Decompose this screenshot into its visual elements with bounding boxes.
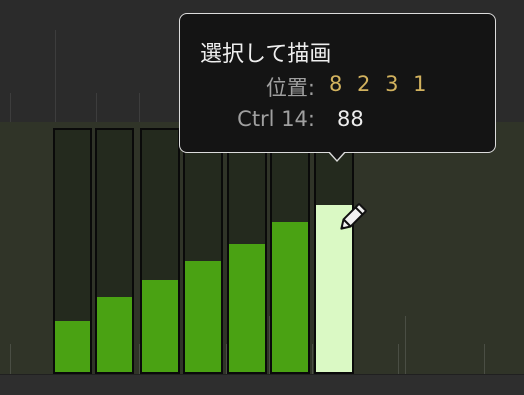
controller-value: 88 xyxy=(337,107,364,131)
grid-tick xyxy=(405,316,406,374)
grid-tick xyxy=(10,93,11,122)
grid-tick xyxy=(312,344,313,374)
controller-bar[interactable] xyxy=(270,128,310,374)
controller-bar-fill xyxy=(97,296,132,372)
pencil-icon xyxy=(334,200,370,236)
position-label: 位置: xyxy=(265,76,315,100)
lane-bottom-strip xyxy=(0,374,524,395)
controller-bar-fill xyxy=(272,221,308,372)
position-value: 8 2 3 1 xyxy=(329,72,431,96)
controller-bar-fill xyxy=(142,280,178,372)
grid-tick xyxy=(398,344,399,374)
grid-tick xyxy=(96,93,97,122)
grid-tick xyxy=(139,93,140,122)
controller-label: Ctrl 14: xyxy=(237,107,315,131)
tooltip-pointer-inner xyxy=(329,151,345,160)
tooltip-title: 選択して描画 xyxy=(200,42,332,67)
grid-tick xyxy=(484,344,485,374)
controller-bar-selected[interactable] xyxy=(314,128,354,374)
controller-bar[interactable] xyxy=(227,128,267,374)
controller-bar[interactable] xyxy=(183,128,223,374)
controller-bar[interactable] xyxy=(140,128,180,374)
controller-bar[interactable] xyxy=(95,128,134,374)
draw-tooltip: 選択して描画 位置: 8 2 3 1 Ctrl 14: 88 xyxy=(179,13,496,153)
controller-bar-fill xyxy=(229,243,265,372)
controller-bar-fill xyxy=(55,321,90,372)
controller-bar-fill xyxy=(185,260,221,372)
grid-tick xyxy=(10,344,11,374)
grid-tick xyxy=(55,30,56,122)
controller-bar[interactable] xyxy=(53,128,92,374)
